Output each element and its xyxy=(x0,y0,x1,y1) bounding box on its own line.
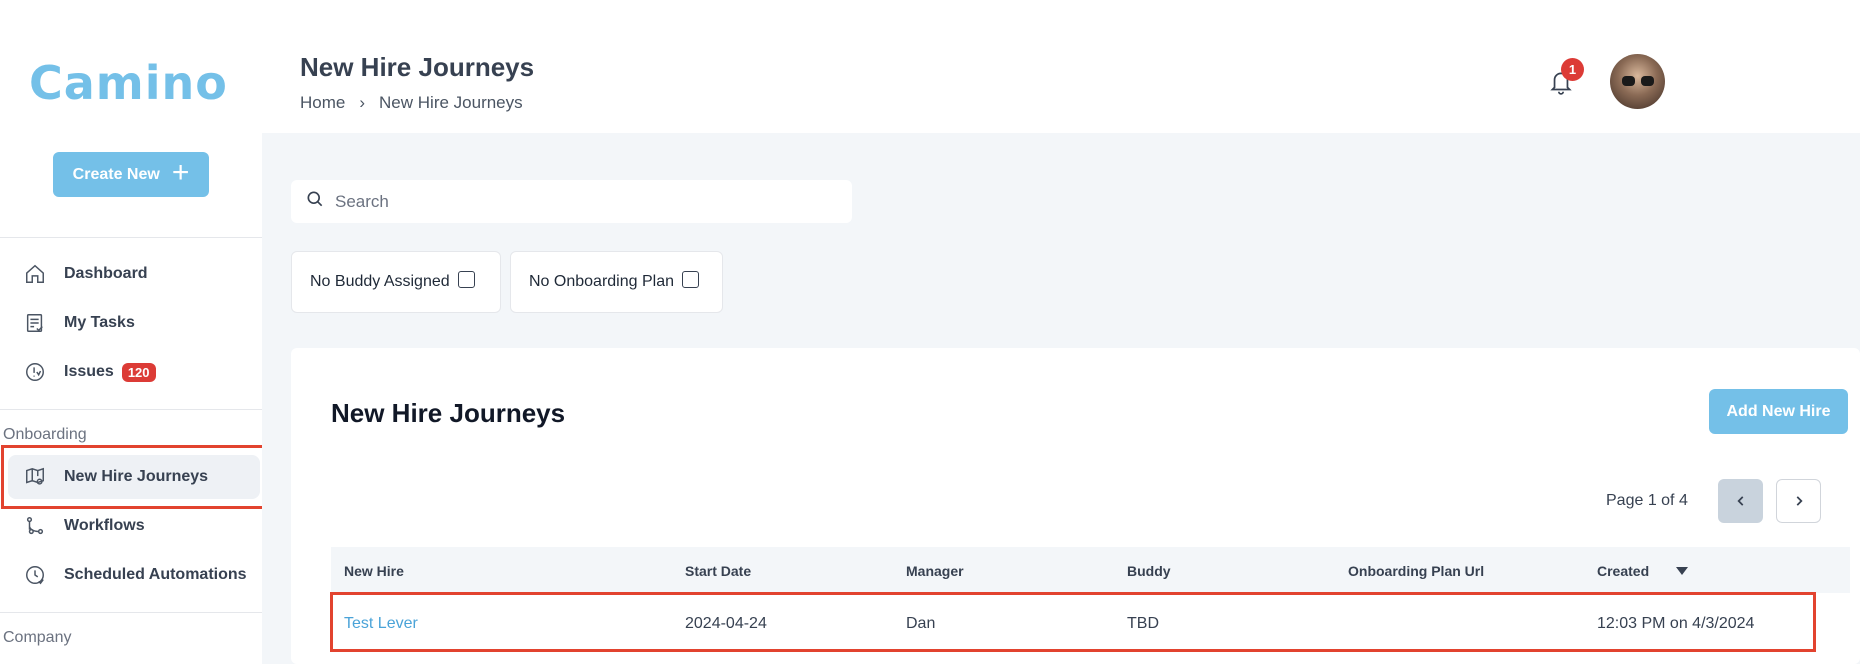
column-header-onboarding-plan-url[interactable]: Onboarding Plan Url xyxy=(1348,563,1484,579)
add-new-hire-button[interactable]: Add New Hire xyxy=(1709,389,1848,434)
column-header-created[interactable]: Created xyxy=(1597,563,1649,579)
app-logo[interactable]: Camino xyxy=(29,56,228,110)
filter-no-onboarding-plan[interactable]: No Onboarding Plan xyxy=(510,251,723,313)
sidebar-item-my-tasks[interactable]: My Tasks xyxy=(8,301,260,345)
sidebar-item-label: Workflows xyxy=(64,517,145,534)
card-title: New Hire Journeys xyxy=(331,398,566,428)
column-header-start-date[interactable]: Start Date xyxy=(685,563,751,579)
row-highlight xyxy=(330,592,1816,652)
chevron-left-icon xyxy=(1736,496,1743,506)
sort-descending-icon[interactable] xyxy=(1676,567,1688,575)
breadcrumb-current: New Hire Journeys xyxy=(379,93,523,112)
avatar[interactable] xyxy=(1610,54,1665,109)
filter-no-buddy-assigned[interactable]: No Buddy Assigned xyxy=(291,251,501,313)
breadcrumb-home[interactable]: Home xyxy=(300,93,345,113)
page-title: New Hire Journeys xyxy=(300,52,535,82)
filter-checkbox[interactable] xyxy=(681,270,699,288)
sidebar-item-scheduled-automations[interactable]: Scheduled Automations xyxy=(8,553,260,597)
notification-count-badge: 1 xyxy=(1561,58,1584,81)
previous-page-button[interactable] xyxy=(1718,479,1763,523)
sidebar: Camino Create New + Dashboard My Tasks I… xyxy=(0,0,268,664)
search-icon xyxy=(305,189,325,214)
sidebar-item-dashboard[interactable]: Dashboard xyxy=(8,252,260,296)
sidebar-item-workflows[interactable]: Workflows xyxy=(8,504,260,548)
filter-label: No Buddy Assigned xyxy=(310,273,450,290)
create-new-label: Create New xyxy=(72,165,160,183)
next-page-button[interactable] xyxy=(1776,479,1821,523)
workflow-icon xyxy=(22,513,48,539)
sidebar-divider xyxy=(0,612,262,613)
sidebar-item-label: Issues xyxy=(64,363,114,380)
sidebar-item-label: Dashboard xyxy=(64,265,148,282)
sidebar-item-label: Scheduled Automations xyxy=(64,566,247,583)
home-icon xyxy=(22,261,48,287)
sidebar-item-label: My Tasks xyxy=(64,314,135,331)
issues-icon xyxy=(22,359,48,385)
create-new-button[interactable]: Create New + xyxy=(53,152,209,197)
search-input[interactable] xyxy=(335,191,815,212)
sidebar-divider xyxy=(0,237,262,238)
chevron-right-icon xyxy=(1796,496,1803,506)
pagination-text: Page 1 of 4 xyxy=(1606,492,1688,509)
filter-label: No Onboarding Plan xyxy=(529,273,674,290)
issues-count-badge: 120 xyxy=(121,362,156,382)
selection-highlight xyxy=(1,445,268,509)
breadcrumb: Home › New Hire Journeys xyxy=(300,93,523,113)
section-label-onboarding: Onboarding xyxy=(3,426,87,443)
column-header-buddy[interactable]: Buddy xyxy=(1127,563,1171,579)
sidebar-item-issues[interactable]: Issues 120 xyxy=(8,350,260,394)
section-label-company: Company xyxy=(3,629,72,646)
clock-icon xyxy=(22,562,48,588)
column-header-new-hire[interactable]: New Hire xyxy=(344,563,404,579)
filter-checkbox[interactable] xyxy=(457,270,475,288)
breadcrumb-separator: › xyxy=(359,93,366,112)
tasks-icon xyxy=(22,310,48,336)
search-box[interactable] xyxy=(291,180,852,223)
avatar-glasses xyxy=(1622,76,1654,86)
column-header-manager[interactable]: Manager xyxy=(906,563,964,579)
plus-icon: + xyxy=(171,156,190,189)
sidebar-divider xyxy=(0,409,262,410)
